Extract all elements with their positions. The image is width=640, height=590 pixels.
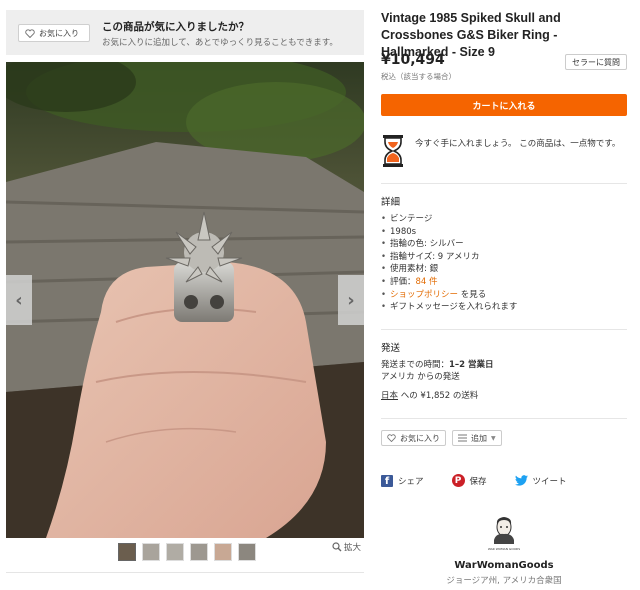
chevron-left-icon: ‹ [15,289,23,311]
shop-policy-suffix: を見る [460,289,487,300]
favorite-banner-heading: この商品が気に入りましたか？ [102,21,249,33]
list-icon [458,434,467,442]
details-title: 詳細 [381,197,401,208]
detail-reviews: 評価：84 件 [381,276,627,289]
destination-link[interactable]: 日本 [381,391,398,401]
detail-item: 指輪サイズ: 9 アメリカ [381,251,627,264]
thumbnail-3[interactable] [166,543,184,561]
main-product-image[interactable] [6,62,364,538]
hourglass-icon [383,135,403,167]
favorite-banner-subtext: お気に入りに追加して、あとでゆっくり見ることもできます。 [102,38,338,48]
chevron-right-icon: › [347,289,355,311]
seller-name[interactable]: WarWomanGoods [381,560,627,571]
pinterest-icon: P [451,474,465,487]
zoom-label: 拡大 [344,543,362,553]
share-facebook-button[interactable]: f シェア [381,474,424,487]
magnifier-icon [332,542,342,552]
thumbnail-2[interactable] [142,543,160,561]
add-to-list-button[interactable]: 追加 ▼ [452,430,502,446]
shipping-destination: 日本 への ¥1,852 の送料 [381,389,627,401]
next-image-button[interactable]: › [338,275,364,325]
add-to-cart-button[interactable]: カートに入れる [381,94,627,116]
destination-cost: への ¥1,852 の送料 [400,391,479,401]
detail-item: ビンテージ [381,213,627,226]
share-pinterest-label: 保存 [469,476,487,487]
detail-item: 使用素材: 銀 [381,263,627,276]
reviews-link[interactable]: 84 件 [416,277,438,287]
share-twitter-button[interactable]: ツイート [514,474,567,487]
thumbnail-1[interactable] [118,543,136,561]
thumbnail-6[interactable] [238,543,256,561]
thumbnail-4[interactable] [190,543,208,561]
favorite-pill-button[interactable]: お気に入り [381,430,446,446]
add-to-list-label: 追加 [471,433,487,443]
shop-logo: WAR WOMAN GOODS [488,517,520,551]
listing-actions: お気に入り 追加 ▼ [381,430,502,446]
seller-card[interactable]: WAR WOMAN GOODS WarWomanGoods ジョージア州, アメ… [381,516,627,586]
tax-note: 税込（該当する場合） [381,72,456,81]
share-pinterest-button[interactable]: P 保存 [451,474,487,487]
shipping-time-label: 発送までの時間： [381,360,450,370]
price-block: ¥10,494 税込（該当する場合） セラーに質問 [381,52,627,82]
shop-policy-link[interactable]: ショップポリシー [390,290,458,300]
details-list: ビンテージ 1980s 指輪の色: シルバー 指輪サイズ: 9 アメリカ 使用素… [381,213,627,314]
shipping-section: 発送 発送までの時間：1–2 営業日 アメリカ からの発送 日本 への ¥1,8… [381,340,627,401]
thumbnail-5[interactable] [214,543,232,561]
section-divider [381,329,627,330]
share-twitter-label: ツイート [532,476,567,487]
caret-down-icon: ▼ [491,434,496,442]
shipping-title: 発送 [381,343,401,354]
share-facebook-label: シェア [398,476,424,487]
favorite-banner: お気に入り この商品が気に入りましたか？ お気に入りに追加して、あとでゆっくり見… [6,10,364,55]
share-row: f シェア P 保存 ツイート [381,474,567,487]
scarcity-notice: 今すぐ手に入れましょう。 この商品は、一点物です。 [381,130,627,170]
section-divider [381,418,627,419]
seller-location: ジョージア州, アメリカ合衆国 [446,576,562,586]
section-divider [381,183,627,184]
scarcity-text: 今すぐ手に入れましょう。 この商品は、一点物です。 [415,139,621,149]
zoom-button[interactable]: 拡大 [332,541,361,553]
favorite-button[interactable]: お気に入り [18,24,90,42]
favorite-button-label: お気に入り [39,28,79,38]
facebook-icon: f [381,474,393,487]
heart-icon [25,28,35,38]
shop-logo-text: WAR WOMAN GOODS [488,547,520,551]
previous-image-button[interactable]: ‹ [6,275,32,325]
shipping-time-value: 1–2 営業日 [449,360,494,370]
reviews-prefix: 評価： [390,276,416,287]
shipping-time: 発送までの時間：1–2 営業日 [381,359,627,371]
detail-gift-message: ギフトメッセージを入れられます [381,301,627,314]
thumbnail-strip [118,543,256,561]
detail-shop-policy: ショップポリシー を見る [381,289,627,302]
ask-seller-button[interactable]: セラーに質問 [565,54,627,70]
favorite-pill-label: お気に入り [400,433,440,443]
shipping-origin: アメリカ からの発送 [381,372,460,382]
detail-item: 1980s [381,226,627,239]
detail-item: 指輪の色: シルバー [381,238,627,251]
twitter-icon [514,475,528,486]
details-section: 詳細 ビンテージ 1980s 指輪の色: シルバー 指輪サイズ: 9 アメリカ … [381,194,627,314]
heart-icon [387,434,396,442]
gallery-divider [6,572,364,573]
